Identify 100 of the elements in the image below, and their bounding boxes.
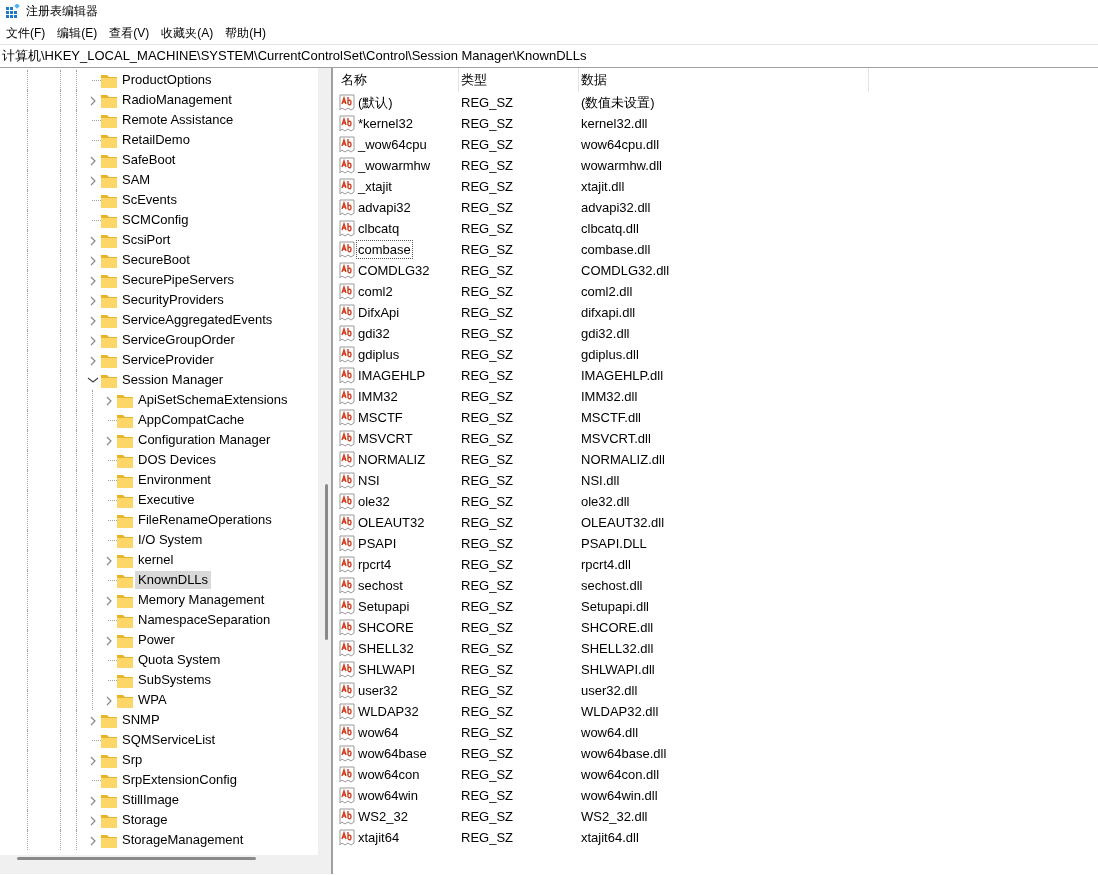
- tree-item[interactable]: StorageManagement: [119, 831, 247, 849]
- value-name[interactable]: wow64con: [356, 765, 422, 784]
- folder-icon: [117, 612, 133, 628]
- menu-item[interactable]: 编辑(E): [51, 22, 104, 44]
- value-name[interactable]: wow64base: [356, 744, 429, 763]
- value-name[interactable]: _xtajit: [356, 177, 394, 196]
- tree-item[interactable]: Remote Assistance: [119, 111, 237, 129]
- value-name[interactable]: NSI: [356, 471, 382, 490]
- column-header[interactable]: 数据: [579, 68, 869, 92]
- tree-item[interactable]: AppCompatCache: [135, 411, 248, 429]
- string-value-icon: [339, 640, 355, 657]
- tree-item[interactable]: SecurePipeServers: [119, 271, 237, 289]
- value-name[interactable]: IMAGEHLP: [356, 366, 428, 385]
- value-type: REG_SZ: [460, 261, 514, 280]
- value-name[interactable]: coml2: [356, 282, 395, 301]
- scrollbar-thumb[interactable]: [325, 484, 328, 640]
- folder-icon: [101, 112, 117, 128]
- tree-item[interactable]: SafeBoot: [119, 151, 179, 169]
- value-data: NSI.dll: [580, 471, 621, 490]
- tree-item[interactable]: kernel: [135, 551, 177, 569]
- value-name[interactable]: (默认): [356, 93, 395, 112]
- tree-item[interactable]: KnownDLLs: [135, 571, 212, 589]
- tree-item[interactable]: ServiceAggregatedEvents: [119, 311, 276, 329]
- tree-item[interactable]: ProductOptions: [119, 71, 215, 89]
- tree-item[interactable]: NamespaceSeparation: [135, 611, 274, 629]
- value-name[interactable]: gdiplus: [356, 345, 402, 364]
- value-name[interactable]: NORMALIZ: [356, 450, 428, 469]
- tree-item[interactable]: Srp: [119, 751, 146, 769]
- tree-item[interactable]: Configuration Manager: [135, 431, 274, 449]
- value-name[interactable]: clbcatq: [356, 219, 402, 238]
- value-name[interactable]: wow64: [356, 723, 401, 742]
- value-name[interactable]: wow64win: [356, 786, 420, 805]
- value-name[interactable]: advapi32: [356, 198, 413, 217]
- value-name[interactable]: DifxApi: [356, 303, 402, 322]
- value-data: difxapi.dll: [580, 303, 637, 322]
- menu-item[interactable]: 查看(V): [103, 22, 156, 44]
- tree-item[interactable]: Quota System: [135, 651, 224, 669]
- value-name[interactable]: Setupapi: [356, 597, 412, 616]
- value-name[interactable]: gdi32: [356, 324, 392, 343]
- value-name[interactable]: MSCTF: [356, 408, 405, 427]
- tree-item[interactable]: SecurityProviders: [119, 291, 227, 309]
- column-header[interactable]: 名称: [339, 68, 459, 92]
- tree-item[interactable]: Memory Management: [135, 591, 268, 609]
- value-name[interactable]: rpcrt4: [356, 555, 394, 574]
- string-value-icon: [339, 262, 355, 279]
- value-name[interactable]: WS2_32: [356, 807, 410, 826]
- address-bar[interactable]: 计算机\HKEY_LOCAL_MACHINE\SYSTEM\CurrentControlSet\Control\Session Manager\KnownDLLs: [0, 44, 1098, 68]
- menu-item[interactable]: 文件(F): [0, 22, 52, 44]
- value-type: REG_SZ: [460, 618, 514, 637]
- menu-item[interactable]: 帮助(H): [219, 22, 272, 44]
- tree-item[interactable]: StillImage: [119, 791, 183, 809]
- value-name[interactable]: sechost: [356, 576, 405, 595]
- menu-item[interactable]: 收藏夹(A): [155, 22, 220, 44]
- value-name[interactable]: PSAPI: [356, 534, 399, 553]
- tree-item[interactable]: WPA: [135, 691, 170, 709]
- value-name[interactable]: xtajit64: [356, 828, 402, 847]
- value-name[interactable]: combase: [356, 240, 413, 259]
- tree-item[interactable]: ScEvents: [119, 191, 180, 209]
- tree-item[interactable]: SQMServiceList: [119, 731, 219, 749]
- value-data: xtajit64.dll: [580, 828, 640, 847]
- tree-item[interactable]: RadioManagement: [119, 91, 235, 109]
- tree-item[interactable]: SAM: [119, 171, 154, 189]
- tree-item[interactable]: Executive: [135, 491, 198, 509]
- tree-item[interactable]: ScsiPort: [119, 231, 174, 249]
- tree-item[interactable]: Session Manager: [119, 371, 227, 389]
- value-name[interactable]: _wowarmhw: [356, 156, 433, 175]
- value-name[interactable]: user32: [356, 681, 400, 700]
- value-name[interactable]: OLEAUT32: [356, 513, 427, 532]
- column-header[interactable]: 类型: [459, 68, 579, 92]
- value-name[interactable]: WLDAP32: [356, 702, 421, 721]
- value-name[interactable]: COMDLG32: [356, 261, 432, 280]
- value-name[interactable]: SHLWAPI: [356, 660, 418, 679]
- tree-item[interactable]: Environment: [135, 471, 214, 489]
- value-name[interactable]: *kernel32: [356, 114, 415, 133]
- tree-item[interactable]: I/O System: [135, 531, 206, 549]
- value-name[interactable]: MSVCRT: [356, 429, 415, 448]
- tree-item[interactable]: DOS Devices: [135, 451, 220, 469]
- tree-item[interactable]: SubSystems: [135, 671, 214, 689]
- tree-item[interactable]: RetailDemo: [119, 131, 193, 149]
- value-data: wow64base.dll: [580, 744, 668, 763]
- tree-item[interactable]: Storage: [119, 811, 171, 829]
- tree-item[interactable]: SrpExtensionConfig: [119, 771, 240, 789]
- tree-item[interactable]: SCMConfig: [119, 211, 192, 229]
- folder-icon: [101, 292, 117, 308]
- tree-item[interactable]: FileRenameOperations: [135, 511, 275, 529]
- tree-item[interactable]: SecureBoot: [119, 251, 193, 269]
- tree-item[interactable]: Power: [135, 631, 178, 649]
- scrollbar-thumb[interactable]: [17, 857, 256, 860]
- tree-item[interactable]: ServiceProvider: [119, 351, 217, 369]
- value-name[interactable]: IMM32: [356, 387, 400, 406]
- value-data: combase.dll: [580, 240, 652, 259]
- folder-icon: [117, 532, 133, 548]
- value-name[interactable]: _wow64cpu: [356, 135, 429, 154]
- value-name[interactable]: SHCORE: [356, 618, 416, 637]
- tree-item[interactable]: ServiceGroupOrder: [119, 331, 238, 349]
- value-name[interactable]: ole32: [356, 492, 392, 511]
- tree-item[interactable]: SNMP: [119, 711, 163, 729]
- tree-item[interactable]: ApiSetSchemaExtensions: [135, 391, 291, 409]
- string-value-icon: [339, 220, 355, 237]
- value-name[interactable]: SHELL32: [356, 639, 416, 658]
